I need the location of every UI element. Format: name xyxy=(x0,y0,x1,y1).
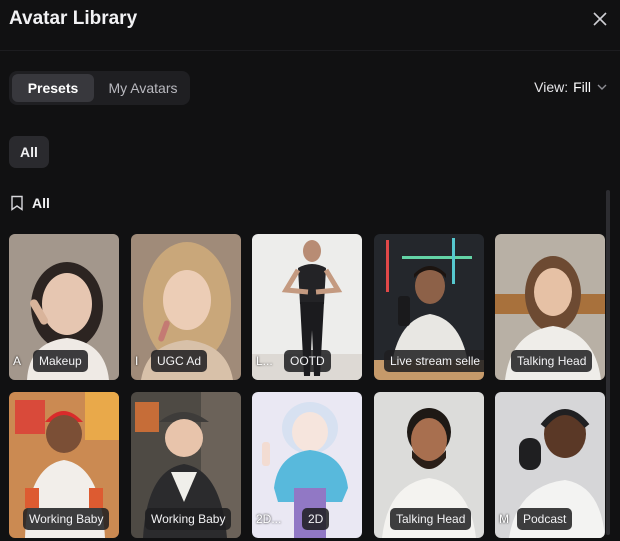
card-label: Talking Head xyxy=(511,350,593,372)
avatar-card[interactable]: Talking Head xyxy=(374,392,484,538)
chevron-down-icon xyxy=(597,84,607,90)
avatar-card[interactable]: L... OOTD xyxy=(252,234,362,380)
avatar-card[interactable]: Working Baby xyxy=(131,392,241,538)
card-name: A xyxy=(13,354,22,368)
avatar-card[interactable]: 2D... 2D xyxy=(252,392,362,538)
card-label: UGC Ad xyxy=(151,350,208,372)
avatar-card[interactable]: A Makeup xyxy=(9,234,119,380)
card-name: L... xyxy=(256,354,273,368)
card-name: 2D... xyxy=(256,512,282,526)
tab-presets[interactable]: Presets xyxy=(12,74,94,102)
section-title: All xyxy=(32,195,50,211)
card-label: Podcast xyxy=(517,508,573,530)
view-value: Fill xyxy=(573,79,591,95)
avatar-grid: A Makeup I UGC Ad L... OOTD Live stream … xyxy=(9,234,609,541)
filter-chip-all[interactable]: All xyxy=(9,136,49,168)
avatar-card[interactable]: Talking Head xyxy=(495,234,605,380)
section-header: All xyxy=(10,195,50,211)
avatar-card[interactable]: Working Baby xyxy=(9,392,119,538)
card-name: I xyxy=(135,354,139,368)
dialog-header: Avatar Library xyxy=(0,0,620,44)
bookmark-icon xyxy=(11,195,23,211)
close-button[interactable] xyxy=(590,9,610,29)
avatar-card[interactable]: Live stream selle xyxy=(374,234,484,380)
card-label: Talking Head xyxy=(390,508,472,530)
tab-my-avatars[interactable]: My Avatars xyxy=(99,74,187,102)
dialog-title: Avatar Library xyxy=(9,8,138,29)
view-label: View: xyxy=(534,79,569,95)
card-label: Makeup xyxy=(33,350,88,372)
avatar-card[interactable]: M Podcast xyxy=(495,392,605,538)
card-name: M xyxy=(499,512,509,526)
card-label: Live stream selle xyxy=(384,350,484,372)
header-divider xyxy=(0,50,620,51)
avatar-card[interactable]: I UGC Ad xyxy=(131,234,241,380)
card-label: OOTD xyxy=(284,350,331,372)
card-label: Working Baby xyxy=(145,508,232,530)
close-icon xyxy=(593,12,607,26)
card-label: Working Baby xyxy=(23,508,110,530)
view-selector[interactable]: View: Fill xyxy=(534,79,608,95)
tab-group: Presets My Avatars xyxy=(9,71,190,105)
card-label: 2D xyxy=(302,508,330,530)
